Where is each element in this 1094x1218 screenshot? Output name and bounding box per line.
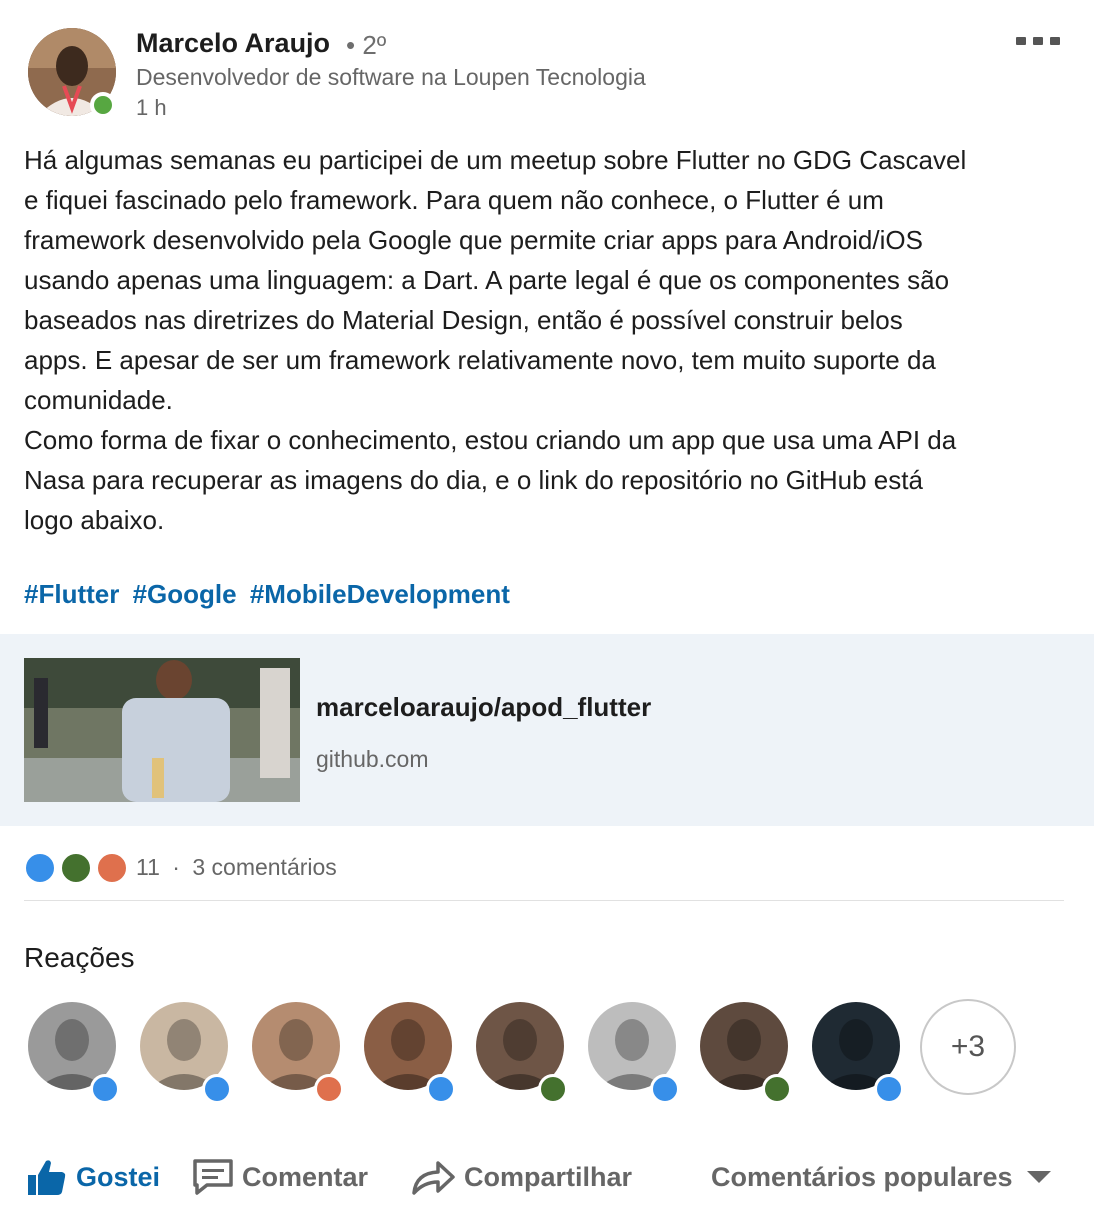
author-name[interactable]: Marcelo Araujo	[136, 28, 330, 59]
comment-button[interactable]: Comentar	[192, 1152, 368, 1202]
celebrate-icon	[762, 1074, 792, 1104]
like-label: Gostei	[76, 1161, 161, 1192]
post-body: Há algumas semanas eu participei de um m…	[24, 140, 1074, 540]
post-text-line: framework desenvolvido pela Google que p…	[24, 225, 923, 255]
author-headline: Desenvolvedor de software na Loupen Tecn…	[136, 64, 646, 90]
reactor-avatar[interactable]	[28, 1002, 120, 1104]
like-icon	[90, 1074, 120, 1104]
post-time: 1 h	[136, 95, 167, 120]
like-icon	[426, 1074, 456, 1104]
post-text-line: comunidade.	[24, 385, 173, 415]
comment-icon	[193, 1159, 233, 1195]
hashtags: #Flutter #Google #MobileDevelopment	[24, 579, 516, 610]
link-domain: github.com	[316, 746, 429, 772]
hashtag-mobiledevelopment[interactable]: #MobileDevelopment	[250, 579, 510, 609]
online-status-indicator	[90, 92, 116, 118]
sort-label: Comentários populares	[711, 1161, 1013, 1192]
share-icon	[412, 1161, 455, 1195]
post-text-line: baseados nas diretrizes do Material Desi…	[24, 305, 903, 335]
reaction-count[interactable]: 11	[136, 854, 160, 880]
more-options-button[interactable]	[1016, 32, 1062, 50]
link-preview-card[interactable]: marceloaraujo/apod_flutter github.com	[0, 634, 1094, 826]
love-icon	[96, 852, 128, 884]
reactor-avatar[interactable]	[476, 1002, 568, 1104]
love-icon	[314, 1074, 344, 1104]
connection-degree: • 2º	[346, 30, 387, 60]
post-text-line: Nasa para recuperar as imagens do dia, e…	[24, 465, 923, 495]
hashtag-google[interactable]: #Google	[133, 579, 237, 609]
share-button[interactable]: Compartilhar	[410, 1152, 632, 1202]
reactor-avatar[interactable]	[588, 1002, 680, 1104]
more-dot-icon	[1033, 37, 1043, 45]
social-counts: 11 · 3 comentários	[136, 854, 337, 881]
comment-label: Comentar	[242, 1161, 369, 1192]
like-icon	[202, 1074, 232, 1104]
chevron-down-icon	[1026, 1171, 1051, 1183]
post-text-line: usando apenas uma linguagem: a Dart. A p…	[24, 265, 950, 295]
like-icon	[24, 852, 56, 884]
celebrate-icon	[538, 1074, 568, 1104]
hashtag-flutter[interactable]: #Flutter	[24, 579, 119, 609]
celebrate-icon	[60, 852, 92, 884]
separator-dot: ·	[172, 854, 180, 880]
like-icon	[874, 1074, 904, 1104]
comment-sort-dropdown[interactable]: Comentários populares	[711, 1152, 1051, 1202]
post-text-line: Como forma de fixar o conhecimento, esto…	[24, 425, 957, 455]
reactor-avatar[interactable]	[812, 1002, 904, 1104]
comments-count[interactable]: 3 comentários	[192, 854, 336, 880]
thumbs-up-icon	[28, 1160, 66, 1195]
post-text-line: apps. E apesar de ser um framework relat…	[24, 345, 936, 375]
reactor-avatar[interactable]	[364, 1002, 456, 1104]
post-text-line: e fiquei fascinado pelo framework. Para …	[24, 185, 884, 215]
like-icon	[650, 1074, 680, 1104]
link-title[interactable]: marceloaraujo/apod_flutter	[316, 692, 651, 723]
more-dot-icon	[1050, 37, 1060, 45]
reactions-heading: Reações	[24, 942, 135, 973]
reactor-avatar[interactable]	[140, 1002, 232, 1104]
more-dot-icon	[1016, 37, 1026, 45]
share-label: Compartilhar	[464, 1161, 633, 1192]
post-text-line: Há algumas semanas eu participei de um m…	[24, 145, 967, 175]
like-button[interactable]: Gostei	[24, 1152, 160, 1202]
reactor-avatar[interactable]	[252, 1002, 344, 1104]
divider	[24, 900, 1064, 901]
post-text-line: logo abaixo.	[24, 505, 165, 535]
link-thumbnail	[24, 658, 300, 802]
more-reactors-button[interactable]: +3	[920, 999, 1016, 1095]
reactor-avatar[interactable]	[700, 1002, 792, 1104]
